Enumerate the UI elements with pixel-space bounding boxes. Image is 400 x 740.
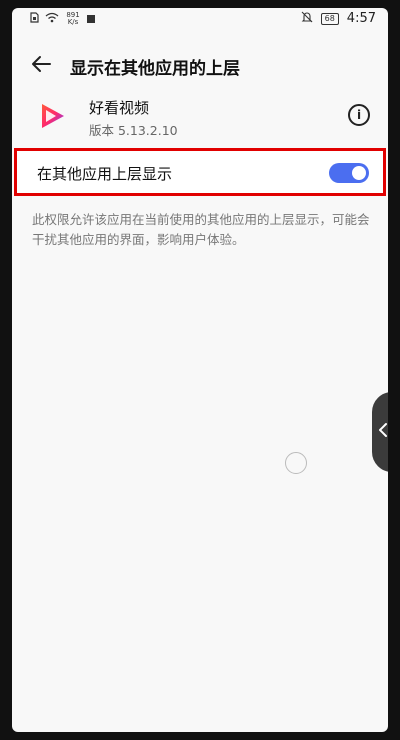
battery-indicator: 68	[320, 12, 339, 25]
network-speed: 891 K/s	[65, 12, 81, 26]
app-info-button[interactable]: i	[348, 104, 370, 126]
wifi-icon	[45, 12, 59, 26]
chevron-left-icon	[379, 423, 387, 437]
overlay-permission-setting[interactable]: 在其他应用上层显示	[14, 148, 386, 196]
app-name: 好看视频	[89, 99, 150, 117]
page-title: 显示在其他应用的上层	[70, 59, 240, 79]
back-button[interactable]	[28, 50, 56, 78]
sim-icon	[30, 12, 39, 26]
touch-indicator-circle	[285, 452, 307, 474]
mute-bell-icon	[301, 11, 313, 26]
overlay-permission-toggle[interactable]	[329, 163, 369, 183]
clock: 4:57	[346, 11, 376, 26]
back-arrow-icon	[32, 56, 51, 72]
notification-square-icon	[87, 15, 95, 23]
top-app-bar: 显示在其他应用的上层	[12, 42, 388, 86]
status-right: 68 4:57	[301, 11, 376, 26]
app-logo-icon	[36, 100, 68, 132]
screen: 891 K/s 68 4:57 显示在其他应用的上层 好看视频 版本 5.13.…	[12, 8, 388, 732]
status-bar: 891 K/s 68 4:57	[12, 8, 388, 30]
network-speed-unit: K/s	[67, 18, 79, 26]
side-panel-handle[interactable]	[372, 392, 388, 472]
setting-label: 在其他应用上层显示	[37, 165, 173, 183]
app-info-row: 好看视频 版本 5.13.2.10 i	[12, 94, 388, 150]
status-left: 891 K/s	[30, 12, 95, 26]
app-version: 版本 5.13.2.10	[89, 123, 178, 138]
device-frame: 891 K/s 68 4:57 显示在其他应用的上层 好看视频 版本 5.13.…	[0, 0, 400, 740]
permission-description: 此权限允许该应用在当前使用的其他应用的上层显示，可能会干扰其他应用的界面，影响用…	[32, 212, 370, 247]
info-icon: i	[356, 108, 362, 122]
toggle-knob	[352, 166, 366, 180]
